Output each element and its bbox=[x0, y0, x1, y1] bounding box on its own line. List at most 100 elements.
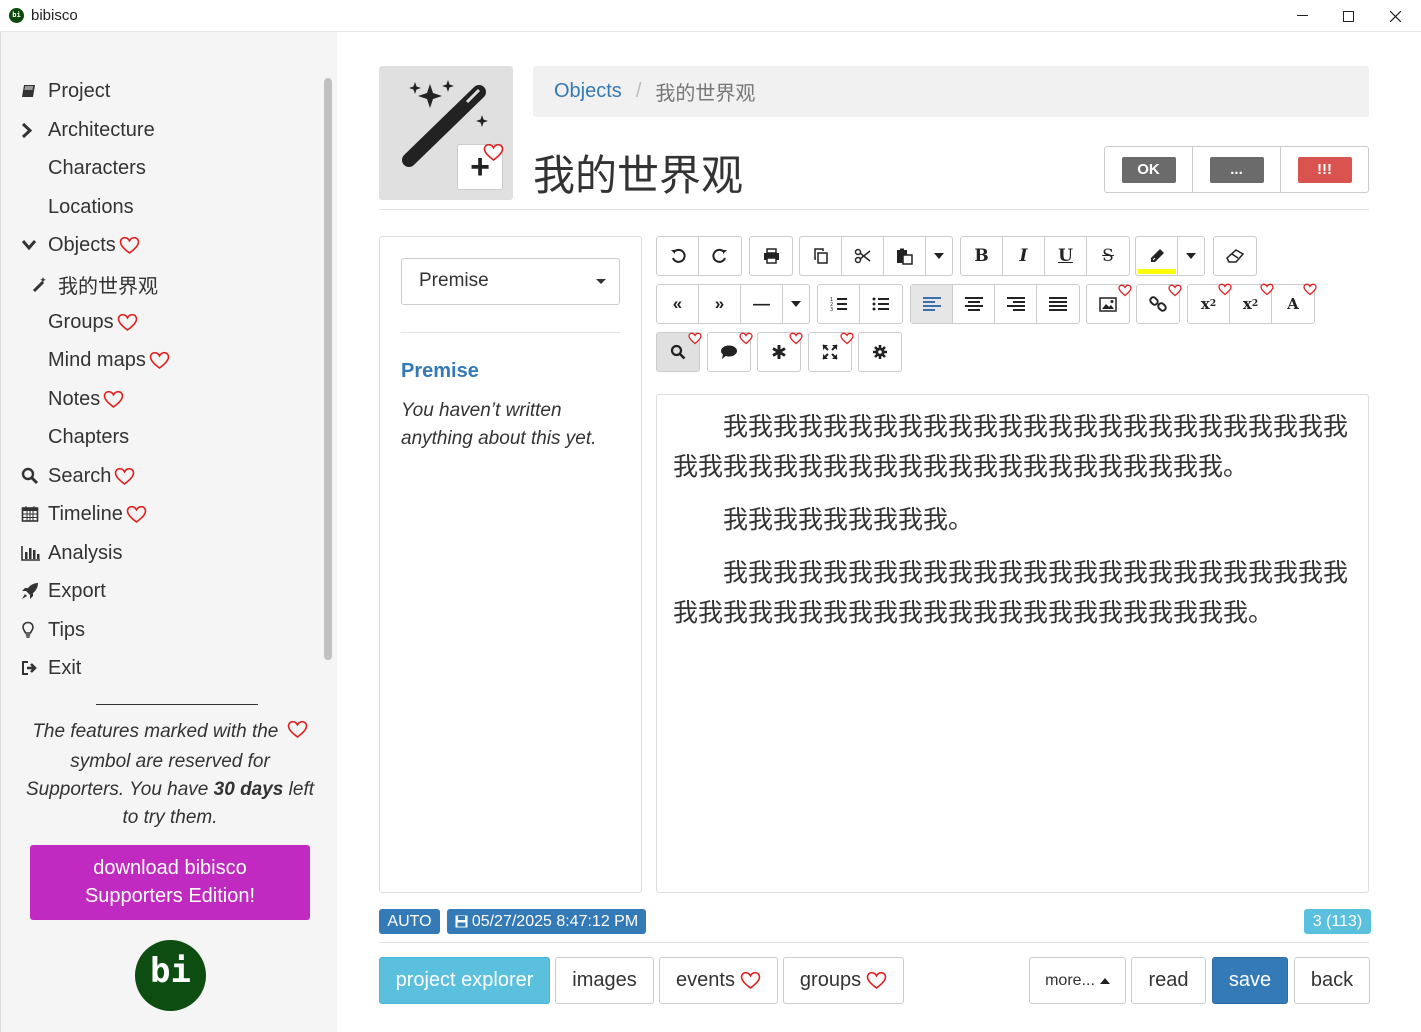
comment-button[interactable] bbox=[708, 332, 753, 371]
paste-icon bbox=[897, 248, 913, 265]
status-progress-button[interactable]: ... bbox=[1193, 147, 1281, 192]
ordered-list-button[interactable]: 123 bbox=[818, 285, 860, 323]
maximize-button[interactable] bbox=[1325, 0, 1371, 32]
sidebar-item-label: 我的世界观 bbox=[58, 275, 158, 298]
close-button[interactable] bbox=[1372, 0, 1418, 32]
caret-down-icon bbox=[596, 279, 606, 284]
sidebar-item-mind-maps[interactable]: Mind maps bbox=[48, 346, 170, 374]
align-center-button[interactable] bbox=[953, 285, 995, 323]
save-button[interactable]: save bbox=[1212, 957, 1288, 1004]
images-button[interactable]: images bbox=[555, 957, 654, 1004]
asterisk-group bbox=[757, 332, 803, 372]
sidebar-item-search[interactable]: Search bbox=[21, 462, 135, 490]
autosave-badge: AUTO bbox=[379, 909, 440, 934]
copy-button[interactable] bbox=[800, 237, 842, 275]
breadcrumb-link-objects[interactable]: Objects bbox=[554, 80, 622, 103]
download-supporters-button[interactable]: download bibisco Supporters Edition! bbox=[30, 845, 310, 920]
fullscreen-button[interactable] bbox=[809, 332, 854, 371]
close-quote-button[interactable]: » bbox=[699, 285, 741, 323]
unordered-list-button[interactable] bbox=[860, 285, 902, 323]
font-size-button[interactable]: A bbox=[1272, 283, 1317, 323]
find-button[interactable] bbox=[657, 332, 702, 371]
last-save-time: 05/27/2025 8:47:12 PM bbox=[471, 913, 639, 930]
clear-formatting-button[interactable] bbox=[1214, 237, 1256, 275]
object-image[interactable]: + bbox=[379, 66, 513, 200]
sidebar-item-tips[interactable]: Tips bbox=[21, 616, 85, 644]
highlight-color-dropdown[interactable] bbox=[1178, 237, 1204, 275]
status-todo-button[interactable]: !!! bbox=[1281, 147, 1368, 192]
book-icon bbox=[21, 83, 48, 100]
sidebar-divider bbox=[96, 704, 258, 705]
sidebar-item-groups[interactable]: Groups bbox=[48, 308, 138, 336]
print-icon bbox=[763, 248, 779, 264]
insert-image-button[interactable] bbox=[1087, 284, 1132, 323]
editor-paragraph: 我我我我我我我我我我我我我我我我我我我我我我我我我我我我我我我我我我我我我我我我… bbox=[673, 558, 1349, 627]
dash-options-dropdown[interactable] bbox=[783, 285, 809, 323]
sidebar-item-timeline[interactable]: Timeline bbox=[21, 500, 147, 528]
sidebar-item-exit[interactable]: Exit bbox=[21, 654, 81, 682]
underline-button[interactable]: U bbox=[1045, 237, 1087, 275]
image-icon bbox=[1099, 296, 1117, 312]
align-left-button[interactable] bbox=[911, 285, 953, 323]
undo-button[interactable] bbox=[657, 237, 699, 275]
sidebar-item-project[interactable]: Project bbox=[21, 77, 110, 105]
section-select[interactable]: Premise bbox=[401, 258, 620, 305]
sidebar-item-objects[interactable]: Objects bbox=[21, 231, 140, 259]
clear-format-group bbox=[1213, 236, 1257, 276]
subscript-button[interactable]: x2 bbox=[1188, 283, 1232, 323]
sidebar-item-chapters[interactable]: Chapters bbox=[48, 423, 129, 451]
sidebar-item-notes[interactable]: Notes bbox=[48, 385, 124, 413]
heart-icon bbox=[114, 467, 135, 486]
events-button[interactable]: events bbox=[659, 957, 778, 1004]
unordered-list-icon bbox=[872, 297, 889, 311]
heart-icon bbox=[103, 390, 124, 409]
align-right-button[interactable] bbox=[995, 285, 1037, 323]
status-ok-button[interactable]: OK bbox=[1105, 147, 1193, 192]
status-selector: OK ... !!! bbox=[1104, 146, 1369, 193]
project-explorer-button[interactable]: project explorer bbox=[379, 957, 550, 1004]
chevron-down-icon bbox=[21, 239, 48, 251]
highlight-button[interactable] bbox=[1136, 237, 1178, 275]
sidebar-scrollbar[interactable] bbox=[324, 78, 332, 660]
asterisk-button[interactable] bbox=[758, 332, 803, 371]
sidebar-item-label: Notes bbox=[48, 387, 101, 410]
sidebar-item-world[interactable]: 我的世界观 bbox=[31, 270, 158, 298]
sidebar-item-characters[interactable]: Characters bbox=[48, 154, 146, 182]
floppy-disk-icon bbox=[455, 915, 468, 928]
editor-settings-button[interactable] bbox=[859, 333, 901, 371]
sidebar-item-export[interactable]: Export bbox=[21, 577, 106, 605]
sidebar-item-label: Architecture bbox=[48, 118, 155, 141]
insert-link-button[interactable] bbox=[1137, 284, 1182, 323]
sidebar-item-architecture[interactable]: Architecture bbox=[21, 116, 155, 144]
justify-button[interactable] bbox=[1037, 285, 1079, 323]
print-button[interactable] bbox=[750, 237, 792, 275]
format-group: B I U S bbox=[960, 236, 1130, 276]
dash-button[interactable]: — bbox=[741, 285, 783, 323]
bibisco-logo: bi bbox=[135, 940, 206, 1011]
superscript-button[interactable]: x2 bbox=[1230, 283, 1274, 323]
sidebar-item-label: Tips bbox=[48, 618, 86, 641]
more-button[interactable]: more... bbox=[1029, 957, 1126, 1004]
bold-button[interactable]: B bbox=[961, 237, 1003, 275]
read-button[interactable]: read bbox=[1131, 957, 1206, 1004]
paste-button[interactable] bbox=[884, 237, 926, 275]
open-quote-button[interactable]: « bbox=[657, 285, 699, 323]
sidebar-item-analysis[interactable]: Analysis bbox=[21, 539, 122, 567]
groups-label: groups bbox=[799, 969, 862, 991]
sidebar-item-locations[interactable]: Locations bbox=[48, 193, 134, 221]
section-panel: Premise Premise You haven’t written anyt… bbox=[379, 236, 642, 893]
search-icon bbox=[670, 344, 686, 360]
strikethrough-button[interactable]: S bbox=[1087, 237, 1129, 275]
redo-button[interactable] bbox=[699, 237, 741, 275]
editor-paragraph: 我我我我我我我我我我我我我我我我我我我我我我我我我我我我我我我我我我我我我我我我… bbox=[673, 412, 1349, 481]
cut-button[interactable] bbox=[842, 237, 884, 275]
groups-button[interactable]: groups bbox=[783, 957, 904, 1004]
text-editor[interactable]: 我我我我我我我我我我我我我我我我我我我我我我我我我我我我我我我我我我我我我我我我… bbox=[656, 394, 1369, 893]
paste-options-dropdown[interactable] bbox=[926, 237, 952, 275]
back-button[interactable]: back bbox=[1294, 957, 1370, 1004]
footer-divider bbox=[379, 942, 1369, 943]
italic-button[interactable]: I bbox=[1003, 237, 1045, 275]
minimize-button[interactable] bbox=[1279, 0, 1325, 32]
close-icon bbox=[1389, 10, 1401, 22]
sidebar-item-label: Groups bbox=[48, 310, 114, 333]
